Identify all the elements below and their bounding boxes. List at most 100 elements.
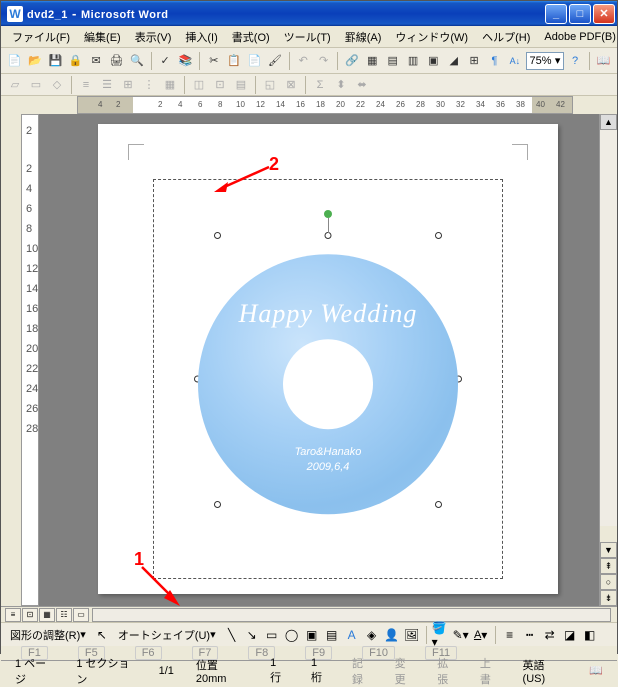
permission-button[interactable]: 🔒 [66,51,85,71]
menu-tools[interactable]: ツール(T) [277,27,338,47]
help-button[interactable]: ? [565,51,584,71]
fmt-btn-7[interactable]: ⋮ [139,75,159,95]
fmt-btn-1[interactable]: ▱ [5,75,25,95]
prev-page-button[interactable]: ⇞ [600,558,617,574]
menu-table[interactable]: 罫線(A) [338,27,389,47]
next-page-button[interactable]: ⇟ [600,590,617,606]
status-spell-icon[interactable]: 📖 [583,664,609,677]
zoom-combo[interactable]: 75%▾ [526,52,565,70]
fmt-btn-12[interactable]: ◱ [260,75,280,95]
menu-edit[interactable]: 編集(E) [77,27,128,47]
close-button[interactable]: ✕ [593,4,615,24]
scroll-up-button[interactable]: ▲ [600,114,617,130]
open-button[interactable]: 📂 [25,51,44,71]
paragraph-button[interactable]: ¶ [485,51,504,71]
fmt-btn-13[interactable]: ⊠ [281,75,301,95]
resize-handle[interactable] [435,501,442,508]
columns-button[interactable]: ▣ [424,51,443,71]
rotate-handle[interactable] [324,210,332,218]
cut-button[interactable]: ✂ [204,51,223,71]
web-view-button[interactable]: ⊡ [22,608,38,622]
menu-adobe-pdf[interactable]: Adobe PDF(B) [537,29,618,45]
new-doc-button[interactable]: 📄 [5,51,24,71]
horizontal-ruler[interactable]: 4 2 2 4 6 8 10 12 14 16 18 20 22 24 26 2… [77,96,573,114]
docmap-button[interactable]: ⊞ [464,51,483,71]
redo-button[interactable]: ↷ [314,51,333,71]
line-button[interactable]: ╲ [223,626,241,644]
textbox-button[interactable]: ▣ [303,626,321,644]
resize-handle[interactable] [325,232,332,239]
wordart-button[interactable]: A [343,626,361,644]
table-button[interactable]: ▦ [363,51,382,71]
fmt-btn-9[interactable]: ◫ [189,75,209,95]
paste-button[interactable]: 📄 [245,51,264,71]
fmt-btn-3[interactable]: ◇ [47,75,67,95]
fmt-btn-14[interactable]: Σ [310,75,330,95]
fmt-btn-2[interactable]: ▭ [26,75,46,95]
line-color-button[interactable]: ✎▾ [452,626,470,644]
browse-object-button[interactable]: ○ [600,574,617,590]
menu-help[interactable]: ヘルプ(H) [475,27,537,47]
autoshapes-menu[interactable]: オートシェイプ(U) ▾ [113,625,221,645]
document-page[interactable]: Happy Wedding Taro&Hanako 2009,6,4 [98,124,558,594]
spell-button[interactable]: ✓ [155,51,174,71]
dash-style-button[interactable]: ┅ [521,626,539,644]
maximize-button[interactable]: □ [569,4,591,24]
menu-file[interactable]: ファイル(F) [5,27,77,47]
picture-button[interactable]: 🖼 [403,626,421,644]
resize-handle[interactable] [214,501,221,508]
shadow-button[interactable]: ◪ [561,626,579,644]
3d-button[interactable]: ◧ [581,626,599,644]
read-button[interactable]: 📖 [594,51,613,71]
clipart-button[interactable]: 👤 [383,626,401,644]
sort-button[interactable]: A↓ [505,51,524,71]
menu-window[interactable]: ウィンドウ(W) [388,27,475,47]
line-style-button[interactable]: ≡ [501,626,519,644]
fmt-btn-4[interactable]: ≡ [76,75,96,95]
save-button[interactable]: 💾 [46,51,65,71]
disc-shape[interactable]: Happy Wedding Taro&Hanako 2009,6,4 [198,254,458,514]
fmt-btn-11[interactable]: ▤ [231,75,251,95]
hyperlink-button[interactable]: 🔗 [342,51,361,71]
arrow-button[interactable]: ↘ [243,626,261,644]
research-button[interactable]: 📚 [176,51,195,71]
diagram-button[interactable]: ◈ [363,626,381,644]
mail-button[interactable]: ✉ [86,51,105,71]
menu-insert[interactable]: 挿入(I) [178,27,224,47]
select-objects-button[interactable]: ↖ [93,626,111,644]
undo-button[interactable]: ↶ [294,51,313,71]
vertical-scrollbar[interactable]: ▲ ▼ ⇞ ○ ⇟ [599,114,617,606]
print-button[interactable]: 🖨 [107,51,126,71]
rectangle-button[interactable]: ▭ [263,626,281,644]
fmt-btn-15[interactable]: ⬍ [331,75,351,95]
fmt-btn-10[interactable]: ⊡ [210,75,230,95]
arrow-style-button[interactable]: ⇄ [541,626,559,644]
drawing-button[interactable]: ◢ [444,51,463,71]
preview-button[interactable]: 🔍 [127,51,146,71]
vtextbox-button[interactable]: ▤ [323,626,341,644]
excel-button[interactable]: ▥ [403,51,422,71]
normal-view-button[interactable]: ≡ [5,608,21,622]
menu-view[interactable]: 表示(V) [128,27,179,47]
scroll-down-button[interactable]: ▼ [600,542,617,558]
horizontal-scrollbar[interactable] [92,608,611,622]
fmt-btn-5[interactable]: ☰ [97,75,117,95]
font-color-button[interactable]: A▾ [472,626,490,644]
read-view-button[interactable]: ▭ [73,608,89,622]
fmt-btn-16[interactable]: ⬌ [352,75,372,95]
fmt-btn-6[interactable]: ⊞ [118,75,138,95]
copy-button[interactable]: 📋 [225,51,244,71]
vertical-ruler[interactable]: 2 2 4 6 8 10 12 14 16 18 20 22 24 26 28 [21,114,39,606]
oval-button[interactable]: ◯ [283,626,301,644]
draw-adjust-menu[interactable]: 図形の調整(R) ▾ [5,625,91,645]
insert-table-button[interactable]: ▤ [383,51,402,71]
format-painter-button[interactable]: 🖌 [265,51,284,71]
print-view-button[interactable]: ▦ [39,608,55,622]
menu-format[interactable]: 書式(O) [225,27,277,47]
minimize-button[interactable]: _ [545,4,567,24]
fmt-btn-8[interactable]: ▦ [160,75,180,95]
selection-box[interactable]: Happy Wedding Taro&Hanako 2009,6,4 [153,179,503,579]
resize-handle[interactable] [214,232,221,239]
fill-color-button[interactable]: 🪣▾ [432,626,450,644]
outline-view-button[interactable]: ☷ [56,608,72,622]
